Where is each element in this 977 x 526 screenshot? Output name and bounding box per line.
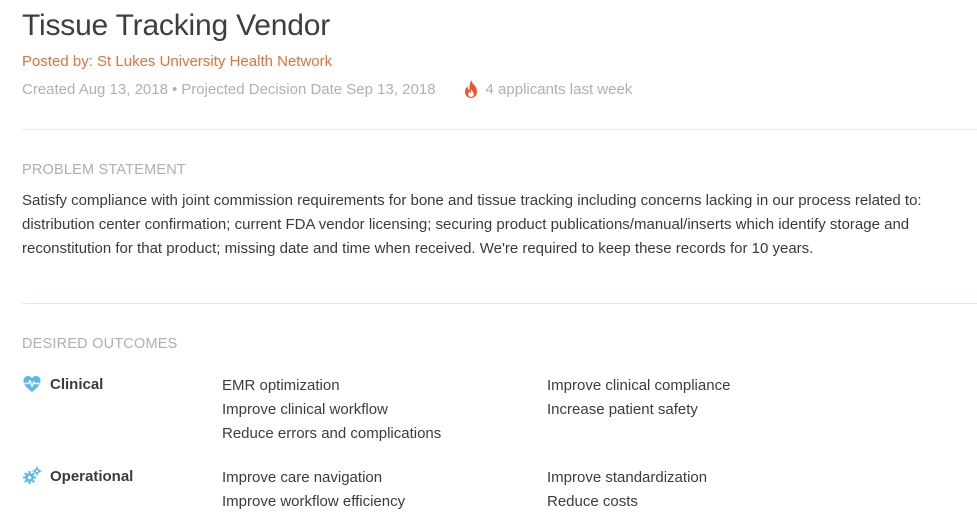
operational-outcomes-column-b: Improve standardization Reduce costs <box>547 466 707 514</box>
outcome-category-label: Clinical <box>50 375 104 393</box>
posted-by-link[interactable]: Posted by: St Lukes University Health Ne… <box>22 53 332 70</box>
problem-statement-heading: PROBLEM STATEMENT <box>22 162 186 178</box>
operational-outcomes-column-a: Improve care navigation Improve workflow… <box>222 466 405 514</box>
projected-decision-date: Projected Decision Date Sep 13, 2018 <box>181 80 436 98</box>
applicants-count: 4 applicants last week <box>485 80 633 98</box>
page-title: Tissue Tracking Vendor <box>22 9 330 42</box>
outcome-item: Reduce costs <box>547 493 638 510</box>
outcome-category-clinical: Clinical <box>22 374 103 394</box>
outcome-item: Improve clinical workflow <box>222 401 388 418</box>
heart-pulse-icon <box>23 376 41 392</box>
outcome-item: Improve care navigation <box>222 469 383 486</box>
gears-icon <box>23 466 42 484</box>
outcome-item: EMR optimization <box>222 377 340 394</box>
clinical-outcomes-column-a: EMR optimization Improve clinical workfl… <box>222 374 441 446</box>
divider-top <box>22 129 977 130</box>
outcome-item: Improve clinical compliance <box>547 377 731 394</box>
outcome-item: Improve workflow efficiency <box>222 493 406 510</box>
clinical-outcomes-column-b: Improve clinical compliance Increase pat… <box>547 374 730 422</box>
outcome-category-operational: Operational <box>22 466 133 486</box>
meta-line: Created Aug 13, 2018 • Projected Decisio… <box>22 79 632 99</box>
outcome-item: Increase patient safety <box>547 401 698 418</box>
outcome-item: Improve standardization <box>547 469 708 486</box>
applicants-indicator: 4 applicants last week <box>462 79 633 99</box>
created-date: Created Aug 13, 2018 <box>22 80 168 98</box>
outcome-category-label: Operational <box>50 467 134 485</box>
problem-statement-text: Satisfy compliance with joint commission… <box>22 192 922 257</box>
meta-separator: • <box>171 80 178 98</box>
flame-icon <box>464 80 477 98</box>
desired-outcomes-heading: DESIRED OUTCOMES <box>22 336 178 352</box>
divider-middle <box>22 303 977 304</box>
outcome-item: Reduce errors and complications <box>222 425 442 442</box>
